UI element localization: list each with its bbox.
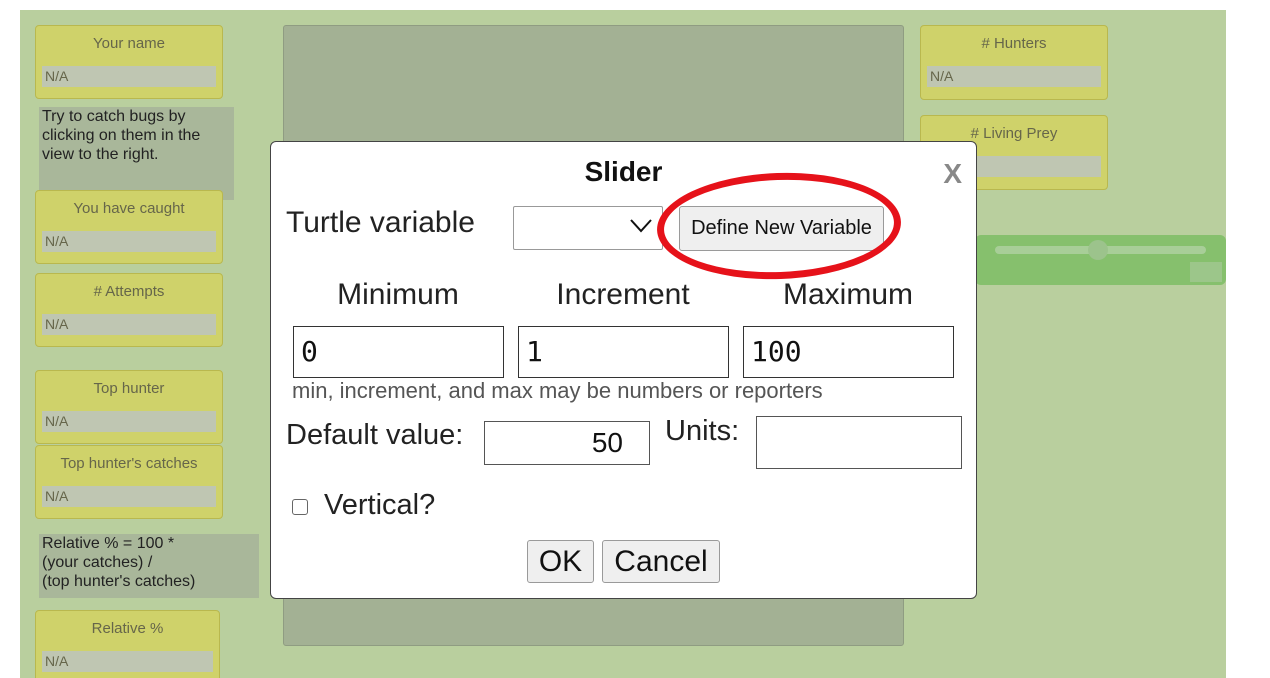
slider-dialog: Slider X Turtle variable Define New Vari… [270, 141, 977, 599]
maximum-label: Maximum [782, 278, 913, 311]
define-new-variable-button[interactable]: Define New Variable [679, 206, 884, 251]
dialog-title: Slider [584, 156, 663, 187]
formula-line-2: (your catches) / [42, 554, 153, 571]
monitor-label: # Attempts [93, 283, 165, 300]
formula-line-3: (top hunter's catches) [42, 573, 196, 590]
close-button[interactable]: X [943, 158, 962, 190]
monitor-top-hunter-catches: Top hunter's catches N/A [35, 445, 223, 519]
instructions-text: Try to catch bugs by clicking on them in… [42, 108, 201, 163]
monitor-top-hunter: Top hunter N/A [35, 370, 223, 444]
monitor-value: N/A [42, 231, 216, 252]
monitor-value: N/A [42, 486, 216, 507]
slider-thumb[interactable] [1088, 240, 1108, 260]
turtle-variable-select[interactable] [513, 206, 663, 250]
monitor-value: N/A [927, 66, 1101, 87]
slider-widget[interactable] [975, 235, 1226, 285]
monitor-relative-percent: Relative % N/A [35, 610, 220, 678]
monitor-label: You have caught [73, 200, 185, 217]
minimum-input[interactable]: 0 [293, 326, 504, 378]
minimum-label: Minimum [337, 278, 459, 311]
cancel-button[interactable]: Cancel [602, 540, 720, 583]
monitor-value: N/A [42, 651, 213, 672]
slider-value-box [1190, 262, 1222, 282]
monitor-label: # Hunters [981, 35, 1047, 52]
monitor-hunters: # Hunters N/A [920, 25, 1108, 100]
default-value-input[interactable]: 50 [484, 421, 650, 465]
vertical-checkbox[interactable] [292, 499, 308, 515]
turtle-variable-label: Turtle variable [286, 206, 475, 239]
monitor-label: Your name [93, 35, 165, 52]
default-value-label: Default value: [286, 419, 464, 451]
monitor-label: # Living Prey [970, 125, 1058, 142]
monitor-your-name: Your name N/A [35, 25, 223, 99]
monitor-label: Top hunter's catches [60, 455, 198, 472]
units-label: Units: [665, 415, 740, 447]
vertical-label: Vertical? [324, 489, 436, 521]
increment-label: Increment [556, 278, 690, 311]
instructions-note: Try to catch bugs by clicking on them in… [39, 107, 234, 200]
chevron-down-icon [630, 219, 652, 233]
monitor-label: Top hunter [93, 380, 165, 397]
monitor-value: N/A [42, 411, 216, 432]
ok-button[interactable]: OK [527, 540, 594, 583]
monitor-you-have-caught: You have caught N/A [35, 190, 223, 264]
monitor-label: Relative % [91, 620, 164, 637]
monitor-value: N/A [42, 314, 216, 335]
range-hint: min, increment, and max may be numbers o… [292, 378, 823, 403]
increment-input[interactable]: 1 [518, 326, 729, 378]
units-input[interactable] [756, 416, 962, 469]
monitor-attempts: # Attempts N/A [35, 273, 223, 347]
maximum-input[interactable]: 100 [743, 326, 954, 378]
relative-formula-note: Relative % = 100 * (your catches) / (top… [39, 534, 259, 598]
monitor-value: N/A [42, 66, 216, 87]
formula-line-1: Relative % = 100 * [42, 535, 175, 552]
